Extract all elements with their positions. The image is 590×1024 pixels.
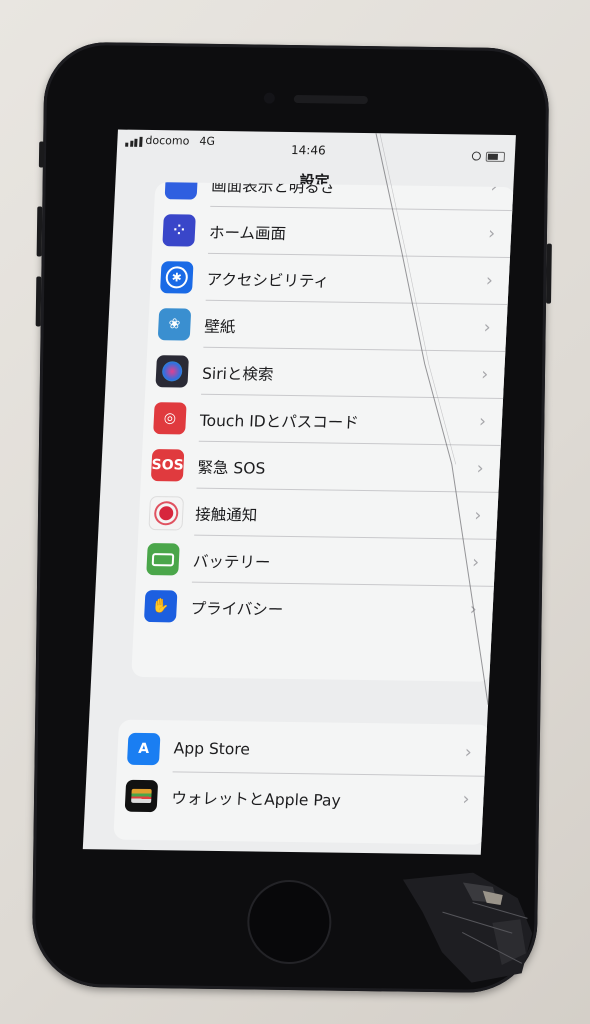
settings-row-siri[interactable]: Siriと検索 › [145,348,507,399]
settings-row-label: Touch IDとパスコード [199,411,360,432]
chevron-right-icon: › [485,270,494,291]
settings-row-display[interactable]: 画面表示と明るさ › [154,182,515,212]
chevron-right-icon: › [476,458,485,479]
volume-down-button [35,276,42,327]
settings-row-label: バッテリー [192,552,271,572]
sos-icon: SOS [150,449,185,482]
chevron-right-icon: › [474,505,482,526]
chevron-right-icon: › [469,599,478,620]
settings-row-label: 緊急 SOS [197,458,266,478]
settings-row-label: 接触通知 [194,505,258,525]
shattered-glass-corner [402,872,533,983]
settings-row-label: 壁紙 [203,317,236,337]
settings-group-general: 画面表示と明るさ › ⁘ ホーム画面 › ✱ アクセシビリティ › ❀ 壁紙 › Siriと検索 › ◎ T… [131,182,516,682]
front-camera [263,92,275,104]
wallpaper-icon: ❀ [157,308,192,341]
settings-row-sos[interactable]: SOS 緊急 SOS › [140,442,502,493]
home-button[interactable] [246,879,332,965]
orientation-lock-icon [471,151,482,161]
chevron-right-icon: › [478,411,487,432]
phone-device: docomo 4G 14:46 設定 画面表示と明るさ › ⁘ ホーム画面 › ✱ アクセシ… [31,41,552,994]
siri-icon [155,355,189,388]
settings-row-label: プライバシー [190,599,284,619]
fingerprint-icon: ◎ [153,402,187,435]
network-type: 4G [199,134,216,148]
settings-row-label: Siriと検索 [201,364,274,384]
volume-up-button [36,206,43,257]
chevron-right-icon: › [464,742,473,763]
mute-switch [38,141,45,168]
settings-row-battery[interactable]: バッテリー › [136,536,498,587]
status-time: 14:46 [290,142,327,158]
settings-row-label: 画面表示と明るさ [210,182,336,197]
chevron-right-icon: › [471,552,480,573]
chevron-right-icon: › [483,317,491,338]
home-screen-icon: ⁘ [162,214,196,247]
settings-screen: docomo 4G 14:46 設定 画面表示と明るさ › ⁘ ホーム画面 › ✱ アクセシ… [82,129,516,855]
accessibility-icon: ✱ [159,261,194,294]
settings-row-wallet[interactable]: ウォレットとApple Pay › [114,773,488,824]
settings-row-home-screen[interactable]: ⁘ ホーム画面 › [152,207,514,259]
settings-row-privacy-hand[interactable]: ✋ プライバシー › [134,583,496,634]
settings-row-label: アクセシビリティ [206,270,330,291]
wallet-icon [124,779,159,813]
settings-row-accessibility[interactable]: ✱ アクセシビリティ › [150,254,512,306]
signal-bars-icon [125,136,143,147]
status-bar: docomo 4G 14:46 [117,130,516,162]
settings-group-store: A App Store › ウォレットとApple Pay › [113,719,492,845]
app-store-icon: A [126,732,161,766]
settings-row-label: ウォレットとApple Pay [170,789,342,810]
chevron-right-icon: › [462,789,470,810]
display-icon [164,182,199,200]
privacy-hand-icon: ✋ [143,589,178,623]
power-button [546,243,552,304]
battery-icon [146,543,180,576]
settings-row-app-store[interactable]: A App Store › [117,726,491,777]
earpiece-speaker [293,95,368,105]
settings-row-wallpaper[interactable]: ❀ 壁紙 › [147,301,509,353]
settings-row-label: App Store [173,739,251,759]
exposure-notification-icon [148,496,185,531]
settings-row-exposure-notification[interactable]: 接触通知 › [138,489,500,540]
carrier-name: docomo [145,133,190,148]
chevron-right-icon: › [480,364,489,385]
settings-row-fingerprint[interactable]: ◎ Touch IDとパスコード › [143,395,505,446]
settings-row-label: ホーム画面 [208,223,287,243]
chevron-right-icon: › [487,223,496,244]
battery-status-icon [485,151,506,162]
